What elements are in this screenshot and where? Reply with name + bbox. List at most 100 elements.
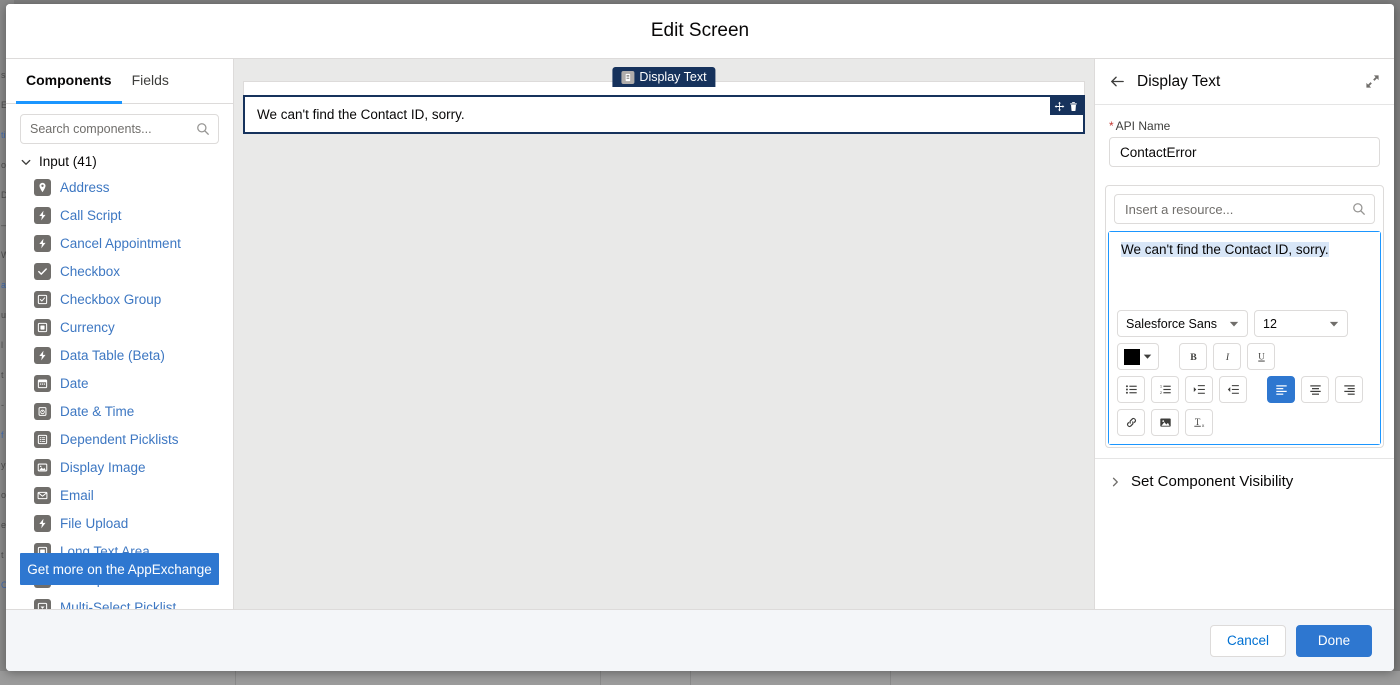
numbered-list-button[interactable]: 1 2	[1151, 376, 1179, 403]
link-icon	[1126, 418, 1136, 427]
selected-component-tab[interactable]: Display Text	[612, 67, 716, 87]
outdent-button[interactable]	[1219, 376, 1247, 403]
panel-tabs: Components Fields	[6, 59, 233, 104]
chevron-down-icon	[1143, 354, 1152, 359]
group-header-input[interactable]: Input (41)	[6, 150, 233, 173]
rich-text-toolbar: Salesforce Sans 12 B I U 1 2 T x	[1109, 304, 1380, 444]
component-item[interactable]: Currency	[8, 313, 233, 341]
components-panel: Components Fields I	[6, 59, 234, 609]
tab-fields-label: Fields	[131, 72, 169, 88]
check-icon	[34, 262, 51, 280]
delete-icon[interactable]	[1068, 101, 1079, 112]
italic-button[interactable]: I	[1213, 343, 1241, 370]
display-text-content: We can't find the Contact ID, sorry.	[257, 107, 465, 122]
font-family-value: Salesforce Sans	[1126, 316, 1218, 331]
done-button[interactable]: Done	[1296, 624, 1372, 657]
modal-body: Components Fields I	[6, 59, 1394, 609]
resource-search-box[interactable]	[1114, 194, 1375, 224]
component-item-label: Checkbox	[60, 263, 121, 279]
expand-icon[interactable]	[1365, 74, 1380, 89]
component-item[interactable]: Cancel Appointment	[8, 229, 233, 257]
align-center-icon	[1309, 385, 1321, 395]
tab-fields[interactable]: Fields	[122, 59, 179, 104]
component-item[interactable]: Multi-Select Picklist	[8, 593, 233, 609]
background-text-fragment: f	[1, 430, 4, 440]
component-item-label: Date & Time	[60, 403, 135, 419]
component-item[interactable]: Email	[8, 481, 233, 509]
image-icon	[34, 458, 51, 476]
indent-button[interactable]	[1185, 376, 1213, 403]
component-item[interactable]: Checkbox Group	[8, 285, 233, 313]
text-color-picker[interactable]	[1117, 343, 1159, 370]
component-item[interactable]: Call Script	[8, 201, 233, 229]
search-box[interactable]	[20, 114, 219, 144]
component-item[interactable]: Dependent Picklists	[8, 425, 233, 453]
link-button[interactable]	[1117, 409, 1145, 436]
background-text-fragment: l	[1, 340, 3, 350]
rich-text-content: We can't find the Contact ID, sorry.	[1121, 242, 1329, 257]
svg-text:U: U	[1258, 351, 1265, 361]
font-size-value: 12	[1263, 316, 1277, 331]
component-item[interactable]: Address	[8, 173, 233, 201]
svg-text:T: T	[1194, 417, 1200, 427]
underline-button[interactable]: U	[1247, 343, 1275, 370]
font-size-select[interactable]: 12	[1254, 310, 1348, 337]
indent-icon	[1193, 385, 1205, 394]
bold-button[interactable]: B	[1179, 343, 1207, 370]
checkbox-group-icon	[34, 290, 51, 308]
component-item[interactable]: Date & Time	[8, 397, 233, 425]
tab-components[interactable]: Components	[16, 59, 122, 104]
color-swatch	[1124, 348, 1140, 365]
toolbar-row-style: B I U	[1117, 343, 1372, 370]
modal-header: Edit Screen	[6, 4, 1394, 59]
component-item[interactable]: Date	[8, 369, 233, 397]
svg-text:2: 2	[1159, 390, 1162, 395]
page-title: Edit Screen	[650, 20, 750, 41]
toolbar-row-font: Salesforce Sans 12	[1117, 310, 1372, 337]
display-text-component[interactable]: We can't find the Contact ID, sorry.	[243, 95, 1085, 134]
resource-search-input[interactable]	[1115, 195, 1374, 223]
component-item[interactable]: Display Image	[8, 453, 233, 481]
component-item-label: Email	[60, 487, 94, 503]
modal-footer: Cancel Done	[6, 609, 1394, 671]
font-family-select[interactable]: Salesforce Sans	[1117, 310, 1248, 337]
remove-formatting-button[interactable]: T x	[1185, 409, 1213, 436]
search-input[interactable]	[21, 115, 218, 143]
appexchange-button[interactable]: Get more on the AppExchange	[20, 553, 219, 585]
background-text-fragment: ti	[1, 130, 6, 140]
component-item-label: Data Table (Beta)	[60, 347, 165, 363]
appexchange-label: Get more on the AppExchange	[27, 561, 212, 577]
component-item[interactable]: Checkbox	[8, 257, 233, 285]
align-center-button[interactable]	[1301, 376, 1329, 403]
align-right-button[interactable]	[1335, 376, 1363, 403]
component-item-label: File Upload	[60, 515, 129, 531]
component-item[interactable]: File Upload	[8, 509, 233, 537]
svg-text:I: I	[1224, 352, 1229, 363]
align-left-button[interactable]	[1267, 376, 1295, 403]
bulleted-list-button[interactable]	[1117, 376, 1145, 403]
toolbar-row-lists: 1 2	[1117, 376, 1372, 403]
cancel-button[interactable]: Cancel	[1209, 624, 1286, 657]
api-name-input[interactable]	[1109, 137, 1380, 167]
toolbar-row-insert: T x	[1117, 409, 1372, 436]
set-component-visibility-label: Set Component Visibility	[1131, 473, 1294, 490]
arrow-left-icon[interactable]	[1109, 73, 1126, 90]
picklist-icon	[34, 598, 51, 609]
component-item[interactable]: Data Table (Beta)	[8, 341, 233, 369]
done-button-label: Done	[1317, 633, 1351, 648]
component-item-label: Cancel Appointment	[60, 235, 181, 251]
background-text-fragment: -	[1, 400, 4, 410]
move-icon[interactable]	[1054, 101, 1065, 112]
set-component-visibility-section[interactable]: Set Component Visibility	[1095, 458, 1394, 504]
background-column-divider	[890, 671, 891, 685]
search-icon	[197, 123, 209, 135]
image-button[interactable]	[1151, 409, 1179, 436]
background-text-fragment: s	[1, 70, 6, 80]
rich-text-content-area[interactable]: We can't find the Contact ID, sorry.	[1109, 232, 1380, 304]
screen-card: Display Text We can't find the Contact I…	[243, 67, 1085, 134]
currency-icon	[34, 318, 51, 336]
screen-canvas[interactable]: Display Text We can't find the Contact I…	[234, 59, 1094, 609]
location-pin-icon	[34, 178, 51, 196]
chevron-down-icon	[1229, 321, 1239, 326]
chevron-down-icon	[21, 159, 31, 165]
